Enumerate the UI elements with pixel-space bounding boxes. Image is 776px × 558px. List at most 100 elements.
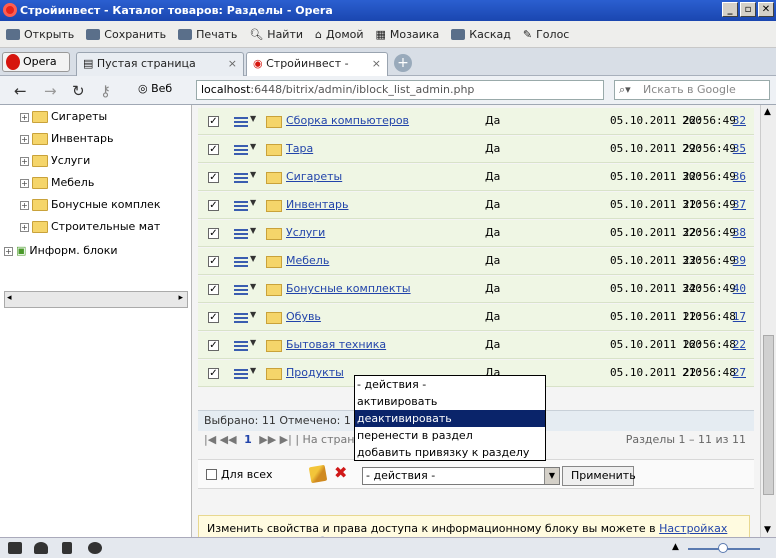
scroll-down-icon[interactable]: ▼: [764, 525, 771, 535]
sidebar-item-inventory[interactable]: + Инвентарь: [20, 129, 190, 149]
delete-icon[interactable]: ✖: [334, 463, 347, 482]
pager-last-icon[interactable]: ▶▶ ▶|: [259, 433, 292, 446]
row-menu-icon[interactable]: [234, 257, 248, 267]
row-menu-icon[interactable]: [234, 313, 248, 323]
search-field[interactable]: ⌕▾ Искать в Google: [614, 80, 770, 100]
forward-icon[interactable]: →: [44, 82, 57, 100]
table-row[interactable]: ✓ ▼ Мебель Да 330 05.10.2011 22:56:49 39: [198, 248, 754, 275]
new-tab-button[interactable]: +: [394, 54, 412, 72]
view-icon[interactable]: ▲: [672, 542, 679, 552]
expand-icon[interactable]: +: [20, 222, 29, 232]
toolbar-tile[interactable]: ▦ Мозаика: [376, 28, 440, 41]
sidebar-item-building[interactable]: + Строительные мат: [20, 217, 190, 237]
table-row[interactable]: ✓ ▼ Инвентарь Да 310 05.10.2011 22:56:49 37: [198, 192, 754, 219]
toolbar-find[interactable]: 🔍︎ Найти: [249, 28, 303, 41]
toolbar-voice[interactable]: ✎ Голос: [523, 28, 569, 41]
toolbar-open[interactable]: Открыть: [6, 28, 74, 41]
speed-icon[interactable]: [88, 542, 102, 554]
scroll-left-icon[interactable]: ◂: [7, 293, 12, 303]
row-checkbox[interactable]: ✓: [208, 172, 219, 183]
option-move-to-section[interactable]: перенести в раздел: [355, 427, 545, 444]
row-checkbox[interactable]: ✓: [208, 228, 219, 239]
scroll-up-icon[interactable]: ▲: [764, 107, 771, 117]
row-menu-icon[interactable]: [234, 229, 248, 239]
cloud-icon[interactable]: [34, 542, 48, 554]
row-checkbox[interactable]: ✓: [208, 340, 219, 351]
id-link[interactable]: 32: [733, 114, 746, 127]
url-field[interactable]: localhost:6448/bitrix/admin/iblock_list_…: [196, 80, 604, 100]
table-row[interactable]: ✓ ▼ Сборка компьютеров Да 260 05.10.2011 22:5…: [198, 108, 754, 135]
sidebar-scrollbar[interactable]: ◂ ▸: [4, 291, 188, 308]
sidebar-item-bonus[interactable]: + Бонусные комплек: [20, 195, 190, 215]
tools-icon[interactable]: [62, 542, 72, 554]
row-checkbox[interactable]: ✓: [208, 144, 219, 155]
row-checkbox[interactable]: ✓: [208, 312, 219, 323]
id-link[interactable]: 36: [733, 170, 746, 183]
main-scrollbar[interactable]: ▲ ▼: [760, 105, 776, 537]
row-menu-icon[interactable]: [234, 285, 248, 295]
row-checkbox[interactable]: ✓: [208, 284, 219, 295]
section-name-link[interactable]: Сигареты: [286, 170, 342, 183]
row-checkbox[interactable]: ✓: [208, 256, 219, 267]
id-link[interactable]: 27: [733, 366, 746, 379]
chevron-down-icon[interactable]: ▼: [250, 198, 256, 207]
sidebar-item-furniture[interactable]: + Мебель: [20, 173, 190, 193]
id-link[interactable]: 37: [733, 198, 746, 211]
actions-select[interactable]: - действия - ▼: [362, 467, 560, 485]
chevron-down-icon[interactable]: ▼: [250, 310, 256, 319]
section-name-link[interactable]: Обувь: [286, 310, 321, 323]
close-tab-icon[interactable]: ×: [228, 53, 237, 75]
reload-icon[interactable]: ↻: [72, 82, 85, 100]
chevron-down-icon[interactable]: ▼: [544, 468, 559, 484]
expand-icon[interactable]: +: [20, 134, 29, 144]
pager-first-icon[interactable]: |◀ ◀◀: [204, 433, 237, 446]
row-checkbox[interactable]: ✓: [208, 116, 219, 127]
chevron-down-icon[interactable]: ▼: [250, 254, 256, 263]
id-link[interactable]: 38: [733, 226, 746, 239]
checkbox-icon[interactable]: [206, 469, 217, 480]
close-window-button[interactable]: ✕: [758, 2, 774, 17]
edit-icon[interactable]: [308, 464, 328, 484]
scroll-thumb[interactable]: [763, 335, 774, 495]
row-checkbox[interactable]: ✓: [208, 200, 219, 211]
row-menu-icon[interactable]: [234, 145, 248, 155]
id-link[interactable]: 40: [733, 282, 746, 295]
expand-icon[interactable]: +: [20, 200, 29, 210]
scroll-right-icon[interactable]: ▸: [178, 293, 183, 303]
sidebar-item-infoblocks[interactable]: + ▣ Информ. блоки: [4, 241, 190, 261]
section-name-link[interactable]: Инвентарь: [286, 198, 348, 211]
row-menu-icon[interactable]: [234, 173, 248, 183]
expand-icon[interactable]: +: [20, 112, 29, 122]
expand-icon[interactable]: +: [20, 178, 29, 188]
tab-blank-page[interactable]: ▤ Пустая страница ×: [76, 52, 244, 76]
table-row[interactable]: ✓ ▼ Услуги Да 320 05.10.2011 22:56:49 38: [198, 220, 754, 247]
web-badge[interactable]: ◎ Веб: [138, 82, 172, 95]
expand-icon[interactable]: +: [20, 156, 29, 166]
option-none[interactable]: - действия -: [355, 376, 545, 393]
row-menu-icon[interactable]: [234, 117, 248, 127]
for-all-checkbox[interactable]: Для всех: [206, 468, 273, 481]
id-link[interactable]: 17: [733, 310, 746, 323]
option-deactivate[interactable]: деактивировать: [355, 410, 545, 427]
chevron-down-icon[interactable]: ▼: [250, 282, 256, 291]
section-name-link[interactable]: Тара: [286, 142, 313, 155]
opera-menu-button[interactable]: Opera: [2, 52, 70, 72]
chevron-down-icon[interactable]: ▼: [250, 226, 256, 235]
section-name-link[interactable]: Услуги: [286, 226, 325, 239]
id-link[interactable]: 22: [733, 338, 746, 351]
toolbar-cascade[interactable]: Каскад: [451, 28, 511, 41]
toolbar-print[interactable]: Печать: [178, 28, 237, 41]
panel-icon[interactable]: [8, 542, 22, 554]
toolbar-home[interactable]: ⌂ Домой: [315, 28, 364, 41]
table-row[interactable]: ✓ ▼ Тара Да 290 05.10.2011 22:56:49 35: [198, 136, 754, 163]
close-tab-icon[interactable]: ×: [372, 53, 381, 75]
back-icon[interactable]: ←: [14, 82, 27, 100]
section-name-link[interactable]: Мебель: [286, 254, 329, 267]
row-checkbox[interactable]: ✓: [208, 368, 219, 379]
key-icon[interactable]: ⚷: [100, 82, 111, 100]
id-link[interactable]: 35: [733, 142, 746, 155]
row-menu-icon[interactable]: [234, 201, 248, 211]
row-menu-icon[interactable]: [234, 369, 248, 379]
section-name-link[interactable]: Сборка компьютеров: [286, 114, 409, 127]
sidebar-item-cigarettes[interactable]: + Сигареты: [20, 107, 190, 127]
